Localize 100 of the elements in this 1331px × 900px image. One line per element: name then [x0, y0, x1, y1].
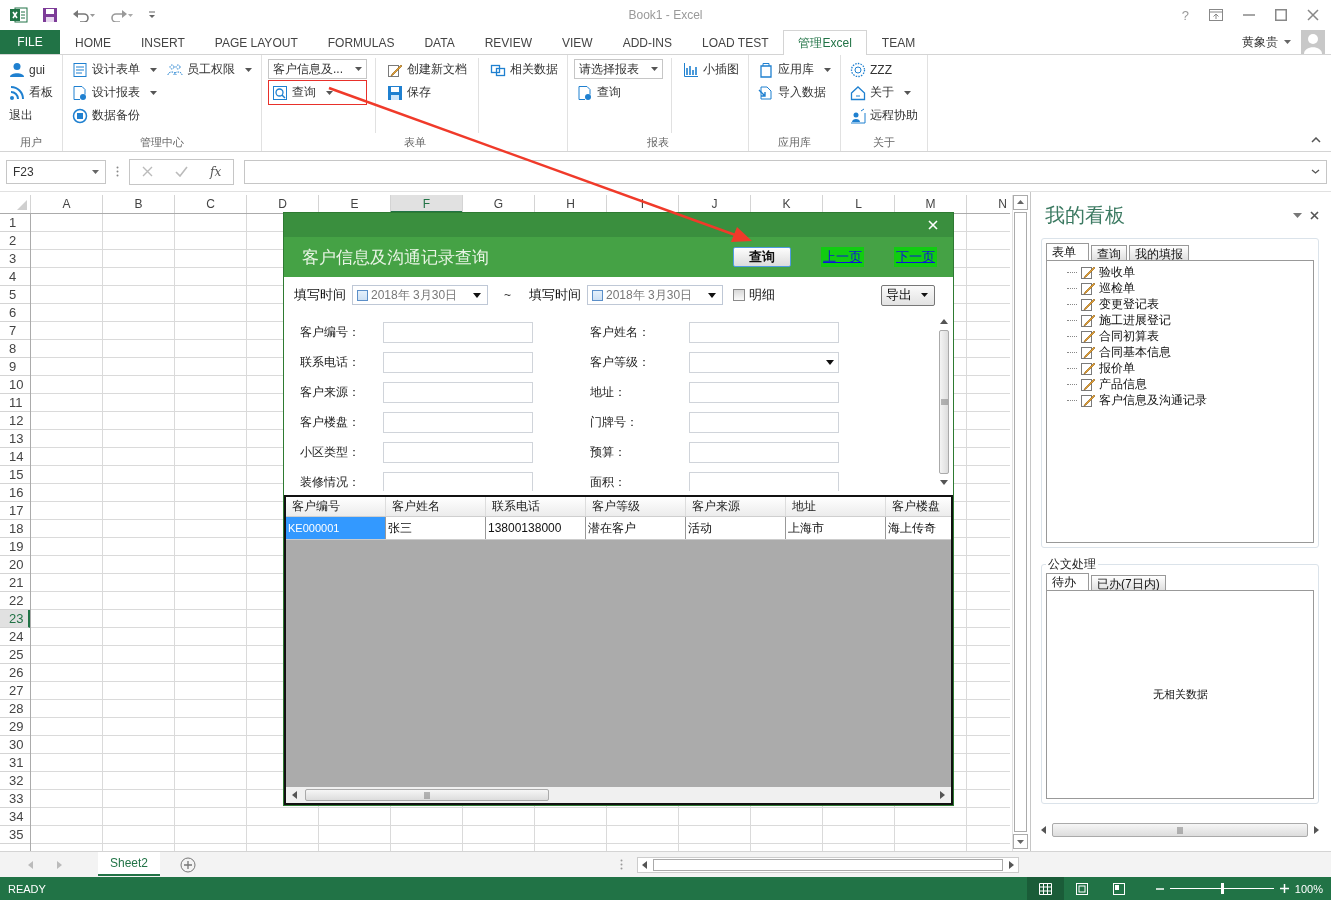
- input-field[interactable]: [383, 471, 533, 491]
- panel-tab[interactable]: 我的填报: [1129, 245, 1189, 261]
- panel-tab[interactable]: 查询: [1091, 245, 1127, 261]
- insert-function-button[interactable]: fx: [210, 164, 222, 179]
- table-cell[interactable]: 13800138000: [486, 517, 586, 539]
- ribbon-dropdown[interactable]: 客户信息及...: [268, 59, 367, 79]
- dropdown-arrow-icon[interactable]: [708, 292, 716, 298]
- ribbon-button[interactable]: 数据备份: [69, 104, 160, 127]
- date-picker[interactable]: 2018年 3月30日: [352, 285, 488, 305]
- close-icon[interactable]: [1307, 9, 1319, 21]
- tree-item[interactable]: 验收单: [1099, 263, 1135, 281]
- checkbox[interactable]: [357, 289, 368, 301]
- slider-thumb[interactable]: [1220, 883, 1224, 894]
- dropdown-field[interactable]: [689, 351, 839, 373]
- row-header[interactable]: 23: [0, 610, 30, 628]
- row-header[interactable]: 19: [0, 538, 30, 556]
- column-header[interactable]: 联系电话: [486, 497, 586, 516]
- table-cell[interactable]: 海上传奇: [886, 517, 951, 539]
- sheet-tab[interactable]: Sheet2: [98, 851, 161, 876]
- ribbon-tab[interactable]: ADD-INS: [607, 30, 687, 55]
- input-field[interactable]: [689, 471, 839, 491]
- horizontal-scrollbar[interactable]: [637, 856, 1020, 873]
- row-header[interactable]: 18: [0, 520, 30, 538]
- row-header[interactable]: 4: [0, 268, 30, 286]
- file-tab[interactable]: FILE: [0, 30, 60, 54]
- ribbon-display-icon[interactable]: [1209, 9, 1223, 21]
- row-header[interactable]: 17: [0, 502, 30, 520]
- column-header[interactable]: F: [390, 195, 462, 213]
- scroll-left-icon[interactable]: [1041, 826, 1046, 834]
- ribbon-button[interactable]: 员工权限: [164, 58, 255, 81]
- input-field[interactable]: [383, 381, 533, 403]
- tree-item[interactable]: 变更登记表: [1099, 295, 1159, 313]
- tree-item[interactable]: 施工进展登记: [1099, 311, 1171, 329]
- table-cell[interactable]: 上海市: [786, 517, 886, 539]
- previous-page-link[interactable]: 上一页: [821, 247, 864, 267]
- name-box[interactable]: F23: [6, 159, 106, 184]
- column-header[interactable]: C: [174, 195, 246, 213]
- row-header[interactable]: 12: [0, 412, 30, 430]
- row-header[interactable]: 31: [0, 754, 30, 772]
- row-header[interactable]: 6: [0, 304, 30, 322]
- column-header[interactable]: 客户姓名: [386, 497, 486, 516]
- input-field[interactable]: [383, 411, 533, 433]
- add-sheet-icon[interactable]: [180, 856, 197, 873]
- ribbon-button[interactable]: 查询: [268, 80, 367, 105]
- row-header[interactable]: 27: [0, 682, 30, 700]
- row-header[interactable]: 11: [0, 394, 30, 412]
- zoom-out-icon[interactable]: [1155, 887, 1164, 890]
- row-header[interactable]: 5: [0, 286, 30, 304]
- minimize-icon[interactable]: [1243, 13, 1255, 17]
- ribbon-button[interactable]: 远程协助: [847, 104, 921, 127]
- column-header[interactable]: 地址: [786, 497, 886, 516]
- ribbon-button[interactable]: 关于: [847, 81, 921, 104]
- ribbon-tab[interactable]: 管理Excel: [783, 30, 867, 55]
- next-page-link[interactable]: 下一页: [894, 247, 937, 267]
- ribbon-button[interactable]: 导入数据: [755, 81, 834, 104]
- input-field[interactable]: [689, 321, 839, 343]
- row-header[interactable]: 25: [0, 646, 30, 664]
- column-header[interactable]: 客户楼盘: [886, 497, 951, 516]
- ribbon-button[interactable]: 相关数据: [487, 58, 561, 81]
- scroll-up-icon[interactable]: [1013, 195, 1028, 210]
- ribbon-tab[interactable]: FORMULAS: [312, 30, 410, 55]
- account-menu[interactable]: 黄象贵: [1242, 33, 1278, 51]
- ribbon-button[interactable]: 看板: [6, 81, 56, 104]
- row-header[interactable]: 28: [0, 700, 30, 718]
- ribbon-button[interactable]: 设计表单: [69, 58, 160, 81]
- ribbon-tab[interactable]: HOME: [60, 30, 126, 55]
- customize-menu-icon[interactable]: [148, 11, 156, 19]
- row-header[interactable]: 9: [0, 358, 30, 376]
- scroll-left-icon[interactable]: [292, 791, 297, 799]
- tree-item[interactable]: 客户信息及沟通记录: [1099, 391, 1207, 409]
- tree-item[interactable]: 巡检单: [1099, 279, 1135, 297]
- row-header[interactable]: 13: [0, 430, 30, 448]
- table-cell[interactable]: 潜在客户: [586, 517, 686, 539]
- row-header[interactable]: 26: [0, 664, 30, 682]
- table-cell[interactable]: 张三: [386, 517, 486, 539]
- column-header[interactable]: 客户来源: [686, 497, 786, 516]
- export-button[interactable]: 导出: [881, 284, 935, 306]
- scroll-up-icon[interactable]: [940, 319, 948, 324]
- row-header[interactable]: 24: [0, 628, 30, 646]
- checkbox[interactable]: [592, 289, 603, 301]
- expand-icon[interactable]: [1311, 169, 1320, 174]
- query-button[interactable]: 查询: [733, 247, 791, 267]
- dropdown-arrow-icon[interactable]: [473, 292, 481, 298]
- ribbon-button[interactable]: 查询: [574, 81, 663, 104]
- input-field[interactable]: [383, 351, 533, 373]
- input-field[interactable]: [689, 411, 839, 433]
- input-field[interactable]: [383, 441, 533, 463]
- pane-menu-icon[interactable]: [1293, 212, 1302, 218]
- date-picker[interactable]: 2018年 3月30日: [587, 285, 723, 305]
- checkbox[interactable]: [733, 289, 745, 301]
- grip-icon[interactable]: [620, 859, 624, 870]
- input-field[interactable]: [689, 381, 839, 403]
- ribbon-tab[interactable]: PAGE LAYOUT: [199, 30, 313, 55]
- row-header[interactable]: 30: [0, 736, 30, 754]
- ribbon-button[interactable]: 应用库: [755, 58, 834, 81]
- ribbon-button[interactable]: 保存: [384, 81, 470, 104]
- scroll-right-icon[interactable]: [940, 791, 945, 799]
- row-header[interactable]: 3: [0, 250, 30, 268]
- ribbon-tab[interactable]: DATA: [409, 30, 470, 55]
- row-header[interactable]: 20: [0, 556, 30, 574]
